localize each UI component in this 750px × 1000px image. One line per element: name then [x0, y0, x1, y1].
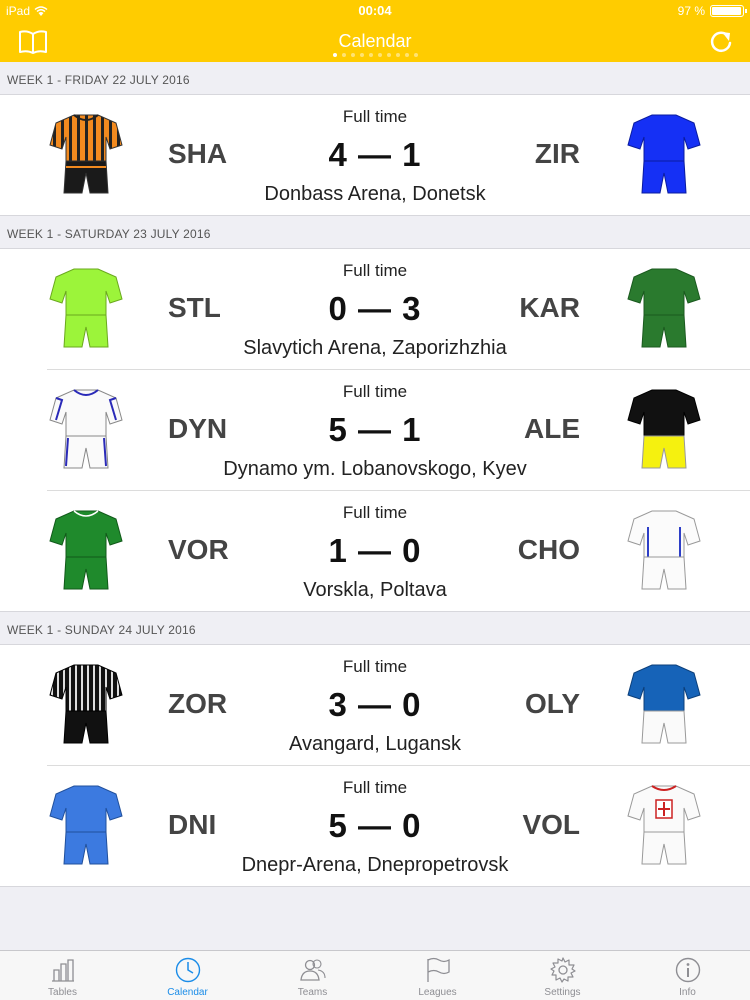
page-title: Calendar [338, 31, 412, 51]
tab-leagues[interactable]: Leagues [375, 951, 500, 1000]
match-row[interactable]: Full time STL 0 — 3 KAR Slavytich Arena,… [0, 249, 750, 370]
chornomorets-kit-icon [627, 510, 701, 590]
tab-calendar[interactable]: Calendar [125, 951, 250, 1000]
tab-label: Calendar [167, 987, 208, 998]
away-team: OLY [525, 688, 580, 719]
battery-icon [710, 5, 747, 17]
status-bar: iPad 00:04 97 % [0, 0, 750, 22]
clock-icon [175, 957, 200, 983]
page-dot [404, 53, 409, 57]
page-dot [359, 53, 364, 57]
gear-icon [549, 957, 576, 983]
tab-label: Settings [544, 987, 581, 998]
zirka-kit-icon [627, 114, 701, 194]
week-section-header: WEEK 1 - SATURDAY 23 JULY 2016 [0, 216, 750, 249]
flag-icon [426, 957, 450, 982]
week-section-header: WEEK 1 - SUNDAY 24 JULY 2016 [0, 612, 750, 645]
tab-info[interactable]: Info [625, 951, 750, 1000]
week-section-header: WEEK 1 - FRIDAY 22 JULY 2016 [0, 62, 750, 95]
match-row[interactable]: Full time ZOR 3 — 0 OLY Avangard, Lugans… [0, 645, 750, 766]
match-row[interactable]: Full time SHA 4 — 1 ZIR Donbass Arena, D… [0, 95, 750, 216]
tab-bar: Tables Calendar Teams Leagues Settings I… [0, 950, 750, 1000]
page-dot [413, 53, 418, 57]
tab-label: Info [679, 987, 696, 998]
away-team: ZIR [534, 138, 580, 169]
refresh-icon[interactable] [708, 29, 734, 55]
away-team: VOL [522, 809, 580, 840]
match-row[interactable]: Full time DNI 5 — 0 VOL Dnepr-Arena, Dne… [0, 766, 750, 887]
bar-chart-icon [51, 959, 74, 982]
page-dot [368, 53, 373, 57]
page-indicator [0, 53, 750, 57]
tab-teams[interactable]: Teams [250, 951, 375, 1000]
people-icon [299, 959, 326, 981]
status-time: 00:04 [358, 3, 392, 18]
tab-label: Tables [48, 987, 77, 998]
page-dot [350, 53, 355, 57]
page-dot [386, 53, 391, 57]
tab-settings[interactable]: Settings [500, 951, 625, 1000]
battery-percent: 97 % [677, 4, 705, 18]
match-row[interactable]: Full time VOR 1 — 0 CHO Vorskla, Poltava [0, 491, 750, 612]
status-right: 97 % [677, 4, 747, 18]
volyn-kit-icon [627, 785, 701, 865]
away-team: CHO [517, 534, 580, 565]
nav-bar: Calendar [0, 22, 750, 62]
page-dot [332, 53, 337, 57]
tab-label: Leagues [418, 987, 457, 998]
oleksandria-kit-icon [627, 389, 701, 469]
tab-label: Teams [297, 987, 328, 998]
away-team: KAR [519, 292, 580, 323]
page-dot [377, 53, 382, 57]
away-team: ALE [524, 413, 580, 444]
olimpik-kit-icon [627, 664, 701, 744]
karpaty-kit-icon [627, 268, 701, 348]
page-dot [341, 53, 346, 57]
tab-tables[interactable]: Tables [0, 951, 125, 1000]
match-row[interactable]: Full time DYN 5 — 1 ALE Dynamo ym. Loban… [0, 370, 750, 491]
page-dot [395, 53, 400, 57]
calendar-list[interactable]: WEEK 1 - FRIDAY 22 JULY 2016 Full time S… [0, 62, 750, 887]
info-icon [675, 957, 700, 983]
